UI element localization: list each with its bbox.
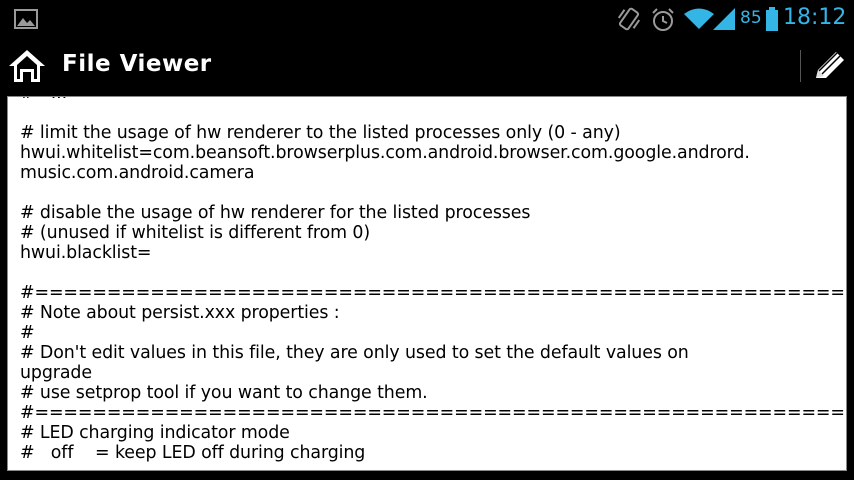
- edit-button[interactable]: [806, 46, 850, 86]
- file-line: # (unused if whitelist is different from…: [20, 223, 371, 243]
- file-line: [20, 183, 840, 203]
- file-line: upgrade: [20, 363, 92, 383]
- clock: 18:12: [783, 5, 847, 30]
- home-button[interactable]: [6, 46, 48, 86]
- action-bar-divider: [800, 50, 801, 82]
- file-line: # limit the usage of hw renderer to the …: [20, 123, 621, 143]
- vibrate-icon: [616, 6, 642, 36]
- pencil-icon: [806, 52, 850, 90]
- bottom-bar: [0, 472, 854, 480]
- wifi-icon: [684, 8, 714, 34]
- file-line: hwui.whitelist=com.beansoft.browserplus.…: [20, 143, 750, 163]
- file-line: # disable the usage of hw renderer for t…: [20, 203, 531, 223]
- gallery-icon: [14, 9, 38, 33]
- file-text: # ... # limit the usage of hw renderer t…: [20, 97, 846, 463]
- file-line: #=======================================…: [20, 283, 846, 303]
- file-line: hwui.blacklist=: [20, 243, 152, 263]
- file-line: #: [20, 323, 35, 343]
- file-line: [20, 263, 840, 283]
- signal-icon: [713, 8, 735, 34]
- file-line: # off = keep LED off during charging: [20, 443, 366, 463]
- file-line: # Don't edit values in this file, they a…: [20, 343, 689, 363]
- page-title: File Viewer: [62, 51, 212, 77]
- file-line: # LED charging indicator mode: [20, 423, 290, 443]
- battery-icon: [766, 7, 778, 35]
- file-viewer-content[interactable]: # ... # limit the usage of hw renderer t…: [7, 96, 847, 471]
- battery-level: 85: [740, 8, 762, 28]
- home-icon: [6, 50, 48, 90]
- status-bar: 85 18:12: [0, 0, 854, 38]
- file-line: # use setprop tool if you want to change…: [20, 383, 428, 403]
- file-line: # Note about persist.xxx properties :: [20, 303, 340, 323]
- file-line: #=======================================…: [20, 403, 846, 423]
- file-line: [20, 103, 840, 123]
- alarm-icon: [650, 7, 676, 37]
- action-bar: File Viewer: [0, 38, 854, 94]
- file-line: # ...: [20, 97, 840, 103]
- file-line: music.com.android.camera: [20, 163, 255, 183]
